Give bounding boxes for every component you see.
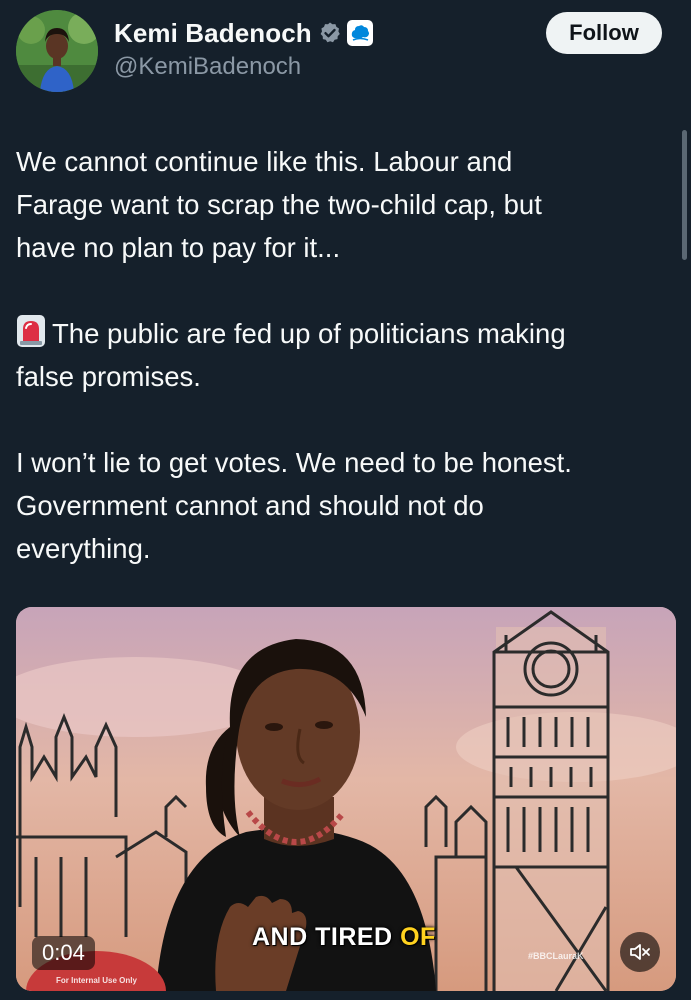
tweet-paragraph-2-text: The public are fed up of politicians mak… bbox=[16, 318, 566, 392]
tweet-text: We cannot continue like this. Labour and… bbox=[16, 140, 676, 613]
mute-button[interactable] bbox=[620, 932, 660, 972]
video-duration-badge: 0:04 bbox=[32, 936, 95, 970]
conservative-tree-icon[interactable] bbox=[346, 20, 373, 46]
caption-white: AND TIRED bbox=[252, 923, 401, 951]
tweet-paragraph-1: We cannot continue like this. Labour and… bbox=[16, 146, 542, 263]
avatar[interactable] bbox=[16, 10, 98, 92]
tweet-paragraph-3: I won’t lie to get votes. We need to be … bbox=[16, 447, 572, 564]
author-name[interactable]: Kemi Badenoch bbox=[114, 18, 312, 49]
tweet-header: Kemi Badenoch @KemiBadenoch Follow bbox=[0, 0, 691, 110]
author-name-row: Kemi Badenoch bbox=[114, 16, 373, 50]
avatar-photo bbox=[16, 10, 98, 92]
author-handle[interactable]: @KemiBadenoch bbox=[114, 53, 301, 81]
video-caption: AND TIRED OF bbox=[252, 923, 436, 952]
video-player[interactable]: AND TIRED OF 0:04 #BBCLauraK For Interna… bbox=[16, 607, 676, 991]
follow-button[interactable]: Follow bbox=[546, 12, 662, 54]
caption-yellow: OF bbox=[400, 923, 436, 951]
muted-speaker-icon bbox=[630, 944, 650, 960]
internal-use-label: For Internal Use Only bbox=[56, 976, 137, 985]
scrollbar[interactable] bbox=[682, 130, 687, 260]
verified-badge-icon[interactable] bbox=[318, 21, 342, 45]
video-watermark: #BBCLauraK bbox=[528, 951, 584, 961]
siren-icon bbox=[17, 315, 45, 347]
tweet-page: Kemi Badenoch @KemiBadenoch Follow We ca… bbox=[0, 0, 691, 1000]
tweet-paragraph-2: The public are fed up of politicians mak… bbox=[16, 312, 676, 398]
